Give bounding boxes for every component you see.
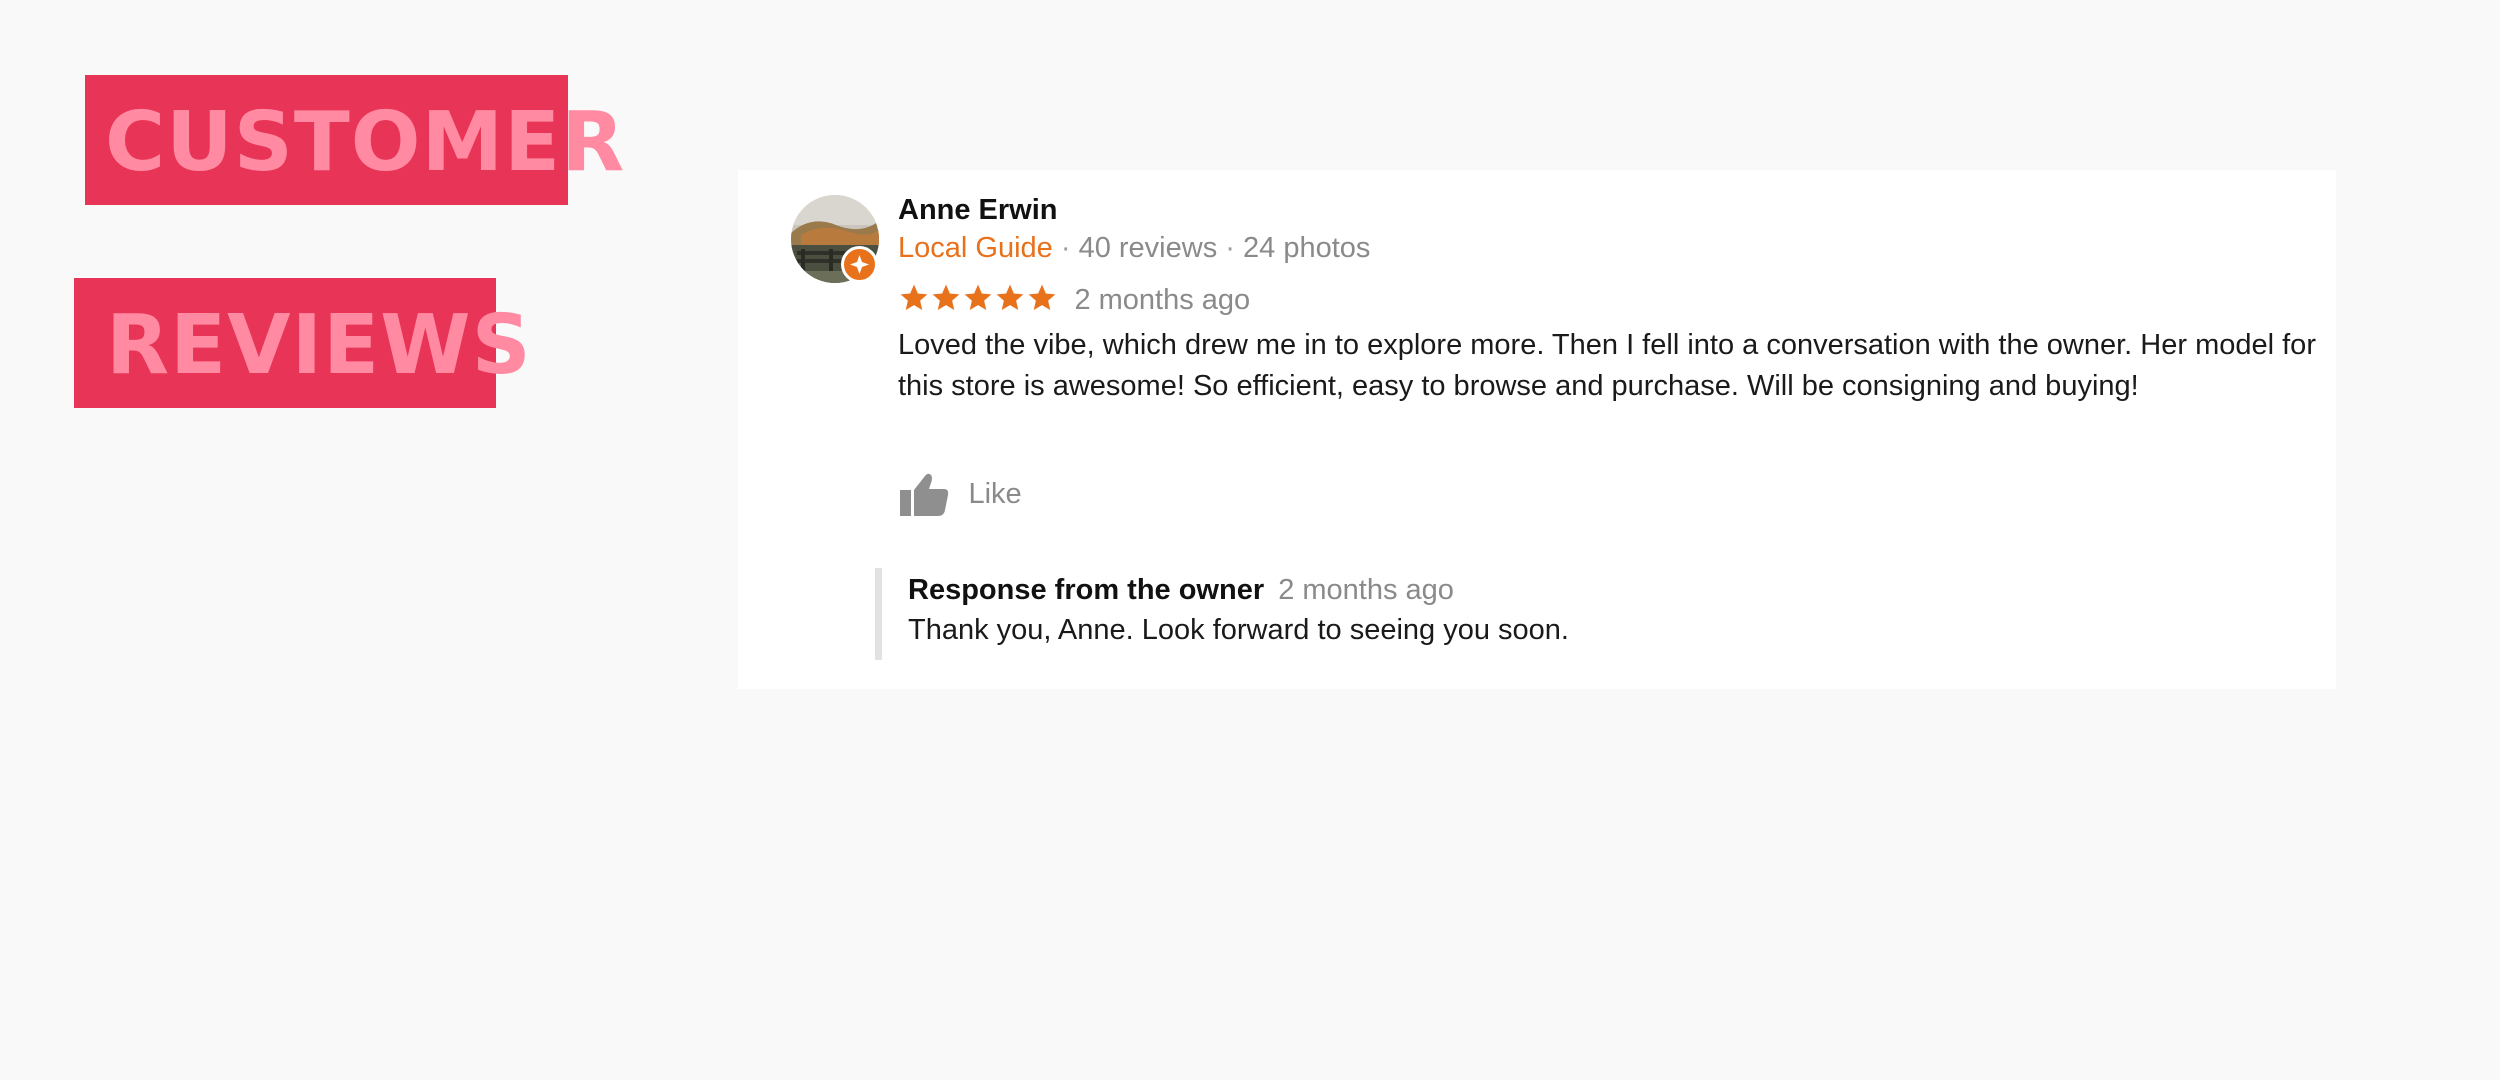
reviews-banner: REVIEWS bbox=[74, 278, 531, 408]
reviews-banner-text: REVIEWS bbox=[106, 298, 532, 393]
rating-row: 2 months ago bbox=[898, 282, 1250, 322]
owner-response-header: Response from the owner 2 months ago bbox=[908, 570, 2275, 610]
star-icon bbox=[930, 282, 962, 314]
review-card: Anne Erwin Local Guide · 40 reviews · 24… bbox=[738, 170, 2336, 689]
star-icon bbox=[1026, 282, 1058, 314]
local-guide-label: Local Guide bbox=[898, 232, 1053, 264]
local-guide-badge-icon bbox=[841, 246, 878, 283]
customer-banner: CUSTOMER bbox=[85, 75, 624, 205]
avatar[interactable] bbox=[791, 195, 879, 283]
meta-separator: · bbox=[1225, 232, 1235, 264]
review-count: 40 reviews bbox=[1078, 232, 1218, 264]
owner-response-text: Thank you, Anne. Look forward to seeing … bbox=[908, 614, 1569, 646]
like-button[interactable]: Like bbox=[898, 470, 1022, 520]
meta-separator: · bbox=[1060, 232, 1071, 264]
star-icon bbox=[994, 282, 1026, 314]
owner-response: Response from the owner 2 months ago Tha… bbox=[875, 568, 2275, 660]
customer-banner-text: CUSTOMER bbox=[105, 95, 626, 190]
review-time: 2 months ago bbox=[1074, 283, 1251, 316]
review-text: Loved the vibe, which drew me in to expl… bbox=[898, 329, 2316, 402]
owner-response-title: Response from the owner bbox=[908, 574, 1265, 606]
star-icon bbox=[898, 282, 930, 314]
star-rating bbox=[898, 282, 1058, 318]
like-label: Like bbox=[968, 477, 1022, 510]
reviewer-name[interactable]: Anne Erwin bbox=[898, 194, 1058, 227]
photo-count: 24 photos bbox=[1243, 232, 1371, 264]
thumbs-up-icon bbox=[898, 470, 950, 518]
star-icon bbox=[962, 282, 994, 314]
owner-response-time: 2 months ago bbox=[1278, 574, 1454, 606]
reviewer-meta: Local Guide · 40 reviews · 24 photos bbox=[898, 232, 1370, 265]
